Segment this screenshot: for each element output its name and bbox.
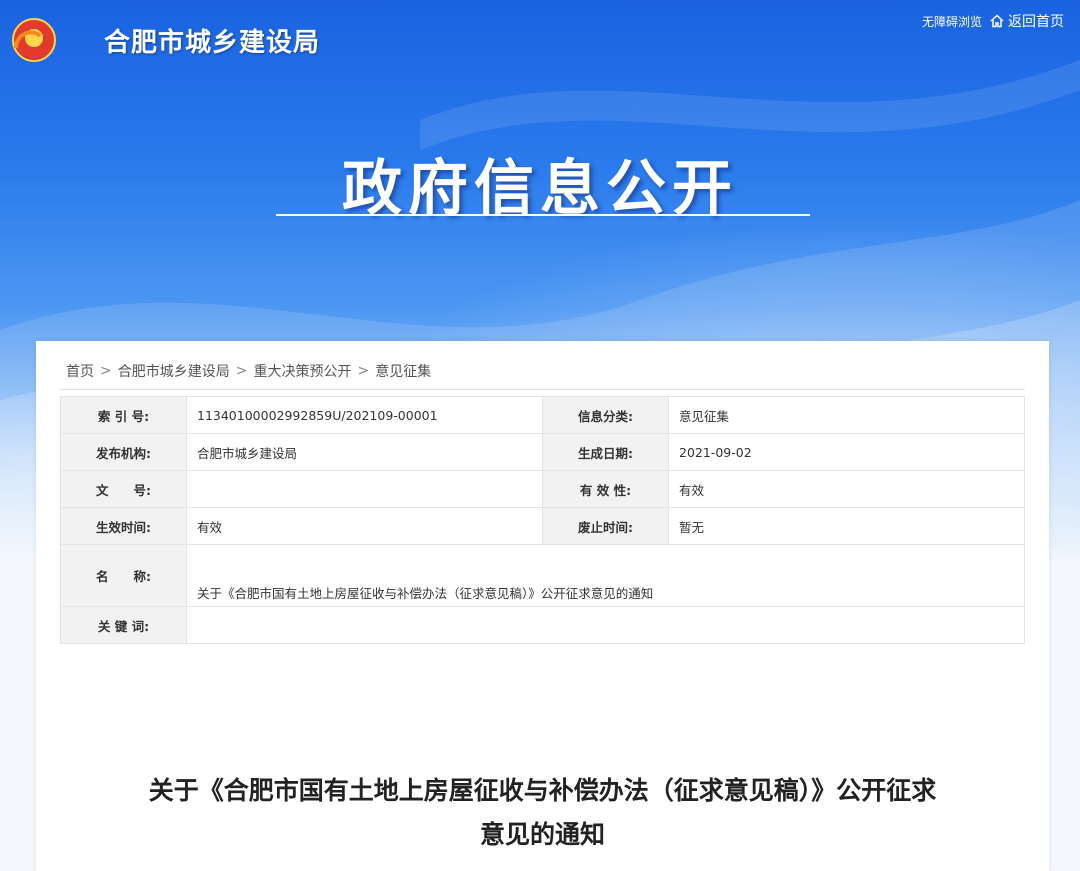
document-title-line-2: 意见的通知	[479, 820, 605, 849]
keywords-value	[186, 606, 1025, 644]
home-link-label: 返回首页	[1008, 14, 1064, 30]
index-label: 索 引 号:	[60, 396, 187, 434]
category-value: 意见征集	[668, 396, 1025, 434]
table-row: 索 引 号: 11340100002992859U/202109-00001 信…	[60, 396, 1025, 434]
docno-value	[186, 470, 543, 508]
effective-value: 有效	[186, 507, 543, 545]
info-table: 索 引 号: 11340100002992859U/202109-00001 信…	[60, 396, 1025, 644]
banner-title-underline	[276, 214, 810, 216]
name-value: 关于《合肥市国有土地上房屋征收与补偿办法（征求意见稿）》公开征求意见的通知	[186, 544, 1025, 607]
table-row: 文 号: 有 效 性: 有效	[60, 470, 1025, 508]
breadcrumb: 首页 > 合肥市城乡建设局 > 重大决策预公开 > 意见征集	[66, 361, 431, 381]
breadcrumb-decision[interactable]: 重大决策预公开	[253, 361, 351, 381]
table-row: 生效时间: 有效 废止时间: 暂无	[60, 507, 1025, 545]
keywords-label: 关 键 词:	[60, 606, 187, 644]
abolish-value: 暂无	[668, 507, 1025, 545]
effective-label: 生效时间:	[60, 507, 187, 545]
breadcrumb-separator: >	[100, 363, 112, 379]
publisher-label: 发布机构:	[60, 433, 187, 471]
table-row: 名 称: 关于《合肥市国有土地上房屋征收与补偿办法（征求意见稿）》公开征求意见的…	[60, 544, 1025, 607]
document-title: 关于《合肥市国有土地上房屋征收与补偿办法（征求意见稿）》公开征求 意见的通知	[36, 769, 1049, 857]
abolish-label: 废止时间:	[542, 507, 669, 545]
breadcrumb-separator: >	[235, 363, 248, 379]
name-label: 名 称:	[60, 544, 187, 607]
table-row: 关 键 词:	[60, 606, 1025, 644]
top-links: 无障碍浏览 返回首页	[922, 11, 1064, 31]
index-value: 11340100002992859U/202109-00001	[186, 396, 543, 434]
site-name: 合肥市城乡建设局	[104, 27, 321, 58]
content-card: 首页 > 合肥市城乡建设局 > 重大决策预公开 > 意见征集 索 引 号: 11…	[36, 341, 1049, 871]
accessibility-link[interactable]: 无障碍浏览	[922, 13, 982, 30]
docno-label: 文 号:	[60, 470, 187, 508]
home-link[interactable]: 返回首页	[990, 11, 1064, 31]
table-row: 发布机构: 合肥市城乡建设局 生成日期: 2021-09-02	[60, 433, 1025, 471]
document-title-line-1: 关于《合肥市国有土地上房屋征收与补偿办法（征求意见稿）》公开征求	[148, 776, 937, 805]
breadcrumb-divider	[60, 389, 1025, 390]
date-value: 2021-09-02	[668, 433, 1025, 471]
validity-label: 有 效 性:	[542, 470, 669, 508]
validity-value: 有效	[668, 470, 1025, 508]
home-icon	[990, 14, 1004, 28]
category-label: 信息分类:	[542, 396, 669, 434]
breadcrumb-current[interactable]: 意见征集	[375, 361, 431, 381]
publisher-value: 合肥市城乡建设局	[186, 433, 543, 471]
site-logo[interactable]: 合肥市城乡建设局	[12, 18, 320, 62]
logo-swirl-decoration	[14, 30, 42, 49]
breadcrumb-home[interactable]: 首页	[66, 361, 94, 381]
breadcrumb-bureau[interactable]: 合肥市城乡建设局	[118, 361, 230, 381]
breadcrumb-separator: >	[357, 363, 370, 379]
date-label: 生成日期:	[542, 433, 669, 471]
